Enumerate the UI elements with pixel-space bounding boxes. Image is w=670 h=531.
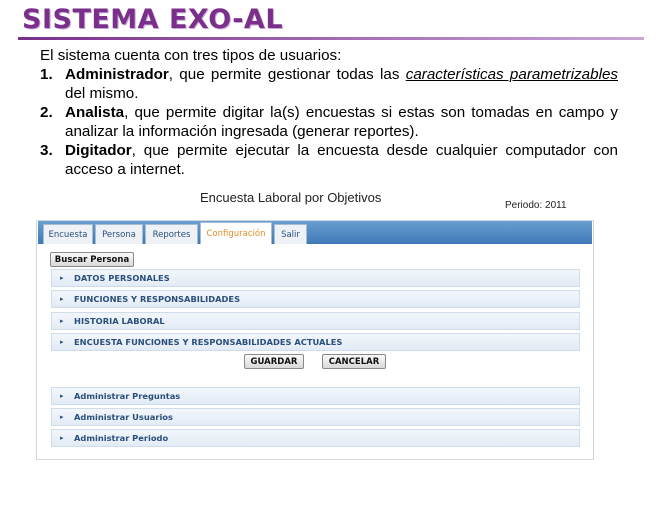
caret-right-icon: ▸ <box>60 393 64 400</box>
list-number: 3. <box>40 142 53 159</box>
section-label: Administrar Periodo <box>74 433 169 443</box>
list-text: del mismo. <box>65 85 139 102</box>
guardar-button[interactable]: GUARDAR <box>244 354 304 369</box>
tab-encuesta[interactable]: Encuesta <box>43 224 93 244</box>
tab-reportes[interactable]: Reportes <box>145 224 198 244</box>
tab-bar: Encuesta Persona Reportes Configuración … <box>38 221 592 244</box>
slide-title: SISTEMA EXO-AL <box>22 4 284 35</box>
caret-right-icon: ▸ <box>60 275 64 282</box>
list-item-administrador: 1. Administrador, que permite gestionar … <box>40 65 618 103</box>
section-datos-personales[interactable]: ▸ DATOS PERSONALES <box>51 269 580 287</box>
caret-right-icon: ▸ <box>60 296 64 303</box>
app-window: Encuesta Persona Reportes Configuración … <box>36 220 594 460</box>
caret-right-icon: ▸ <box>60 318 64 325</box>
role-name: Analista <box>65 104 125 121</box>
role-name: Digitador <box>65 142 132 159</box>
section-label: Administrar Preguntas <box>74 391 181 401</box>
list-text: , que permite digitar la(s) encuestas si… <box>65 104 618 140</box>
tab-configuracion[interactable]: Configuración <box>200 222 272 244</box>
list-number: 1. <box>40 66 53 83</box>
role-name: Administrador <box>65 66 169 83</box>
list-item-analista: 2. Analista, que permite digitar la(s) e… <box>40 103 618 141</box>
section-label: ENCUESTA FUNCIONES Y RESPONSABILIDADES A… <box>74 337 343 347</box>
section-label: FUNCIONES Y RESPONSABILIDADES <box>74 294 241 304</box>
list-text: , que permite ejecutar la encuesta desde… <box>65 142 618 178</box>
caret-right-icon: ▸ <box>60 414 64 421</box>
intro-paragraph: El sistema cuenta con tres tipos de usua… <box>40 47 342 64</box>
section-admin-periodo[interactable]: ▸ Administrar Periodo <box>51 429 580 447</box>
buscar-persona-button[interactable]: Buscar Persona <box>50 252 134 267</box>
caret-right-icon: ▸ <box>60 339 64 346</box>
list-text: , que permite gestionar todas las <box>168 66 406 83</box>
section-admin-preguntas[interactable]: ▸ Administrar Preguntas <box>51 387 580 405</box>
section-label: HISTORIA LABORAL <box>74 316 165 326</box>
periodo-label: Periodo: 2011 <box>505 200 567 211</box>
section-label: Administrar Usuarios <box>74 412 173 422</box>
section-label: DATOS PERSONALES <box>74 273 170 283</box>
tab-salir[interactable]: Salir <box>274 224 307 244</box>
section-funciones[interactable]: ▸ FUNCIONES Y RESPONSABILIDADES <box>51 290 580 308</box>
list-item-digitador: 3. Digitador, que permite ejecutar la en… <box>40 141 618 179</box>
section-admin-usuarios[interactable]: ▸ Administrar Usuarios <box>51 408 580 426</box>
link-text[interactable]: características parametrizables <box>406 66 618 83</box>
section-encuesta-funciones[interactable]: ▸ ENCUESTA FUNCIONES Y RESPONSABILIDADES… <box>51 333 580 351</box>
user-types-list: 1. Administrador, que permite gestionar … <box>40 65 618 179</box>
app-title: Encuesta Laboral por Objetivos <box>200 190 382 205</box>
caret-right-icon: ▸ <box>60 435 64 442</box>
list-number: 2. <box>40 104 53 121</box>
intro-text-block: El sistema cuenta con tres tipos de usua… <box>40 46 618 179</box>
section-historia-laboral[interactable]: ▸ HISTORIA LABORAL <box>51 312 580 330</box>
tab-persona[interactable]: Persona <box>95 224 143 244</box>
title-underline <box>18 37 644 40</box>
cancelar-button[interactable]: CANCELAR <box>322 354 386 369</box>
